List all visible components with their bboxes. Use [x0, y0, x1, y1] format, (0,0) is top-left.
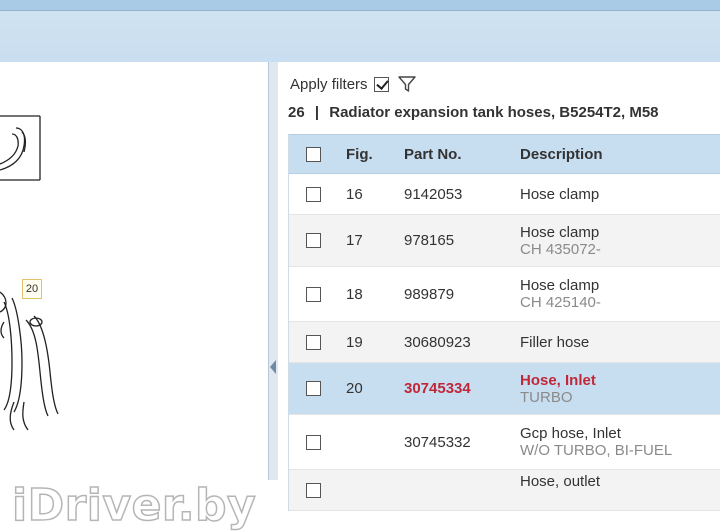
filter-icon[interactable]: [397, 74, 417, 94]
table-header: Fig. Part No. Description: [289, 134, 720, 174]
apply-filters-label: Apply filters: [290, 75, 368, 93]
table-row[interactable]: 19 30680923 Filler hose: [289, 322, 720, 363]
row-part-number: 30745334: [404, 380, 471, 397]
row-part-number: 9142053: [404, 185, 463, 203]
row-description: Hose clamp: [520, 277, 600, 294]
column-header-description[interactable]: Description: [520, 135, 603, 173]
collapse-arrow-icon[interactable]: [270, 360, 276, 374]
group-title: 26 | Radiator expansion tank hoses, B525…: [288, 104, 659, 121]
row-part-number: 978165: [404, 232, 455, 249]
window-toolbar: [0, 0, 720, 63]
row-fig: 19: [346, 333, 363, 351]
row-fig: 18: [346, 285, 363, 303]
apply-filters-checkbox[interactable]: [373, 76, 389, 92]
table-row[interactable]: 18 989879 Hose clamp CH 425140-: [289, 267, 720, 322]
table-row[interactable]: 17 978165 Hose clamp CH 435072-: [289, 215, 720, 267]
table-row[interactable]: 30745332 Gcp hose, Inlet W/O TURBO, BI-F…: [289, 415, 720, 470]
select-all-checkbox[interactable]: [306, 146, 321, 162]
row-part-number: 30680923: [404, 333, 471, 351]
select-all-cell: [306, 135, 321, 173]
table-row-selected[interactable]: 20 30745334 Hose, Inlet TURBO: [289, 363, 720, 415]
apply-filters: Apply filters: [290, 74, 417, 94]
row-description: Filler hose: [520, 333, 590, 351]
figure-callout[interactable]: 20: [22, 279, 42, 299]
row-checkbox[interactable]: [306, 233, 321, 248]
row-note: CH 435072-: [520, 240, 601, 258]
row-checkbox-cell: [306, 470, 321, 510]
diagram-pane[interactable]: 20 iDriver.by: [0, 62, 269, 531]
row-note: TURBO: [520, 388, 573, 406]
toolbar-divider: [0, 10, 720, 11]
row-description: Hose clamp: [520, 185, 600, 203]
row-description-cell: Hose clamp: [520, 174, 599, 214]
row-checkbox[interactable]: [306, 482, 321, 498]
row-description-cell: Hose clamp CH 435072-: [520, 215, 601, 266]
group-number: 26: [288, 104, 305, 121]
row-part-number: 989879: [404, 285, 455, 303]
row-description: Hose clamp: [520, 223, 600, 241]
row-description: Hose, outlet: [520, 473, 601, 490]
row-fig: 20: [346, 380, 363, 397]
row-checkbox-cell: [306, 174, 321, 214]
parts-list-pane: Apply filters 26 | Radiator expansion ta…: [278, 62, 720, 511]
row-checkbox-cell: [306, 215, 321, 266]
row-fig: 17: [346, 232, 363, 249]
row-checkbox[interactable]: [306, 434, 321, 450]
row-fig: 16: [346, 185, 363, 203]
row-description: Hose, Inlet: [520, 371, 596, 389]
parts-table: Fig. Part No. Description 16 9142053 Hos…: [288, 134, 720, 511]
row-description-cell: Gcp hose, Inlet W/O TURBO, BI-FUEL: [520, 415, 672, 469]
watermark-logo: iDriver.by: [11, 479, 257, 531]
row-part-number: 30745332: [404, 433, 471, 451]
table-row[interactable]: Hose, outlet: [289, 470, 720, 511]
row-description-cell: Hose, outlet: [520, 470, 600, 513]
row-checkbox[interactable]: [306, 286, 321, 302]
row-checkbox[interactable]: [306, 186, 321, 202]
row-checkbox-cell: [306, 415, 321, 469]
row-checkbox-cell: [306, 363, 321, 414]
table-row[interactable]: 16 9142053 Hose clamp: [289, 174, 720, 215]
row-description-cell: Hose, Inlet TURBO: [520, 363, 596, 414]
row-checkbox-cell: [306, 267, 321, 321]
row-checkbox[interactable]: [306, 381, 321, 396]
row-note: CH 425140-: [520, 294, 601, 311]
parts-diagram: [0, 115, 59, 431]
row-checkbox-cell: [306, 322, 321, 362]
row-note: W/O TURBO, BI-FUEL: [520, 442, 673, 459]
row-description: Gcp hose, Inlet: [520, 425, 621, 442]
group-name: Radiator expansion tank hoses, B5254T2, …: [329, 104, 659, 121]
row-description-cell: Hose clamp CH 425140-: [520, 267, 601, 321]
column-header-part[interactable]: Part No.: [404, 135, 462, 173]
column-header-fig[interactable]: Fig.: [346, 135, 373, 173]
row-description-cell: Filler hose: [520, 322, 589, 362]
row-checkbox[interactable]: [306, 334, 321, 350]
group-separator: |: [314, 104, 320, 121]
